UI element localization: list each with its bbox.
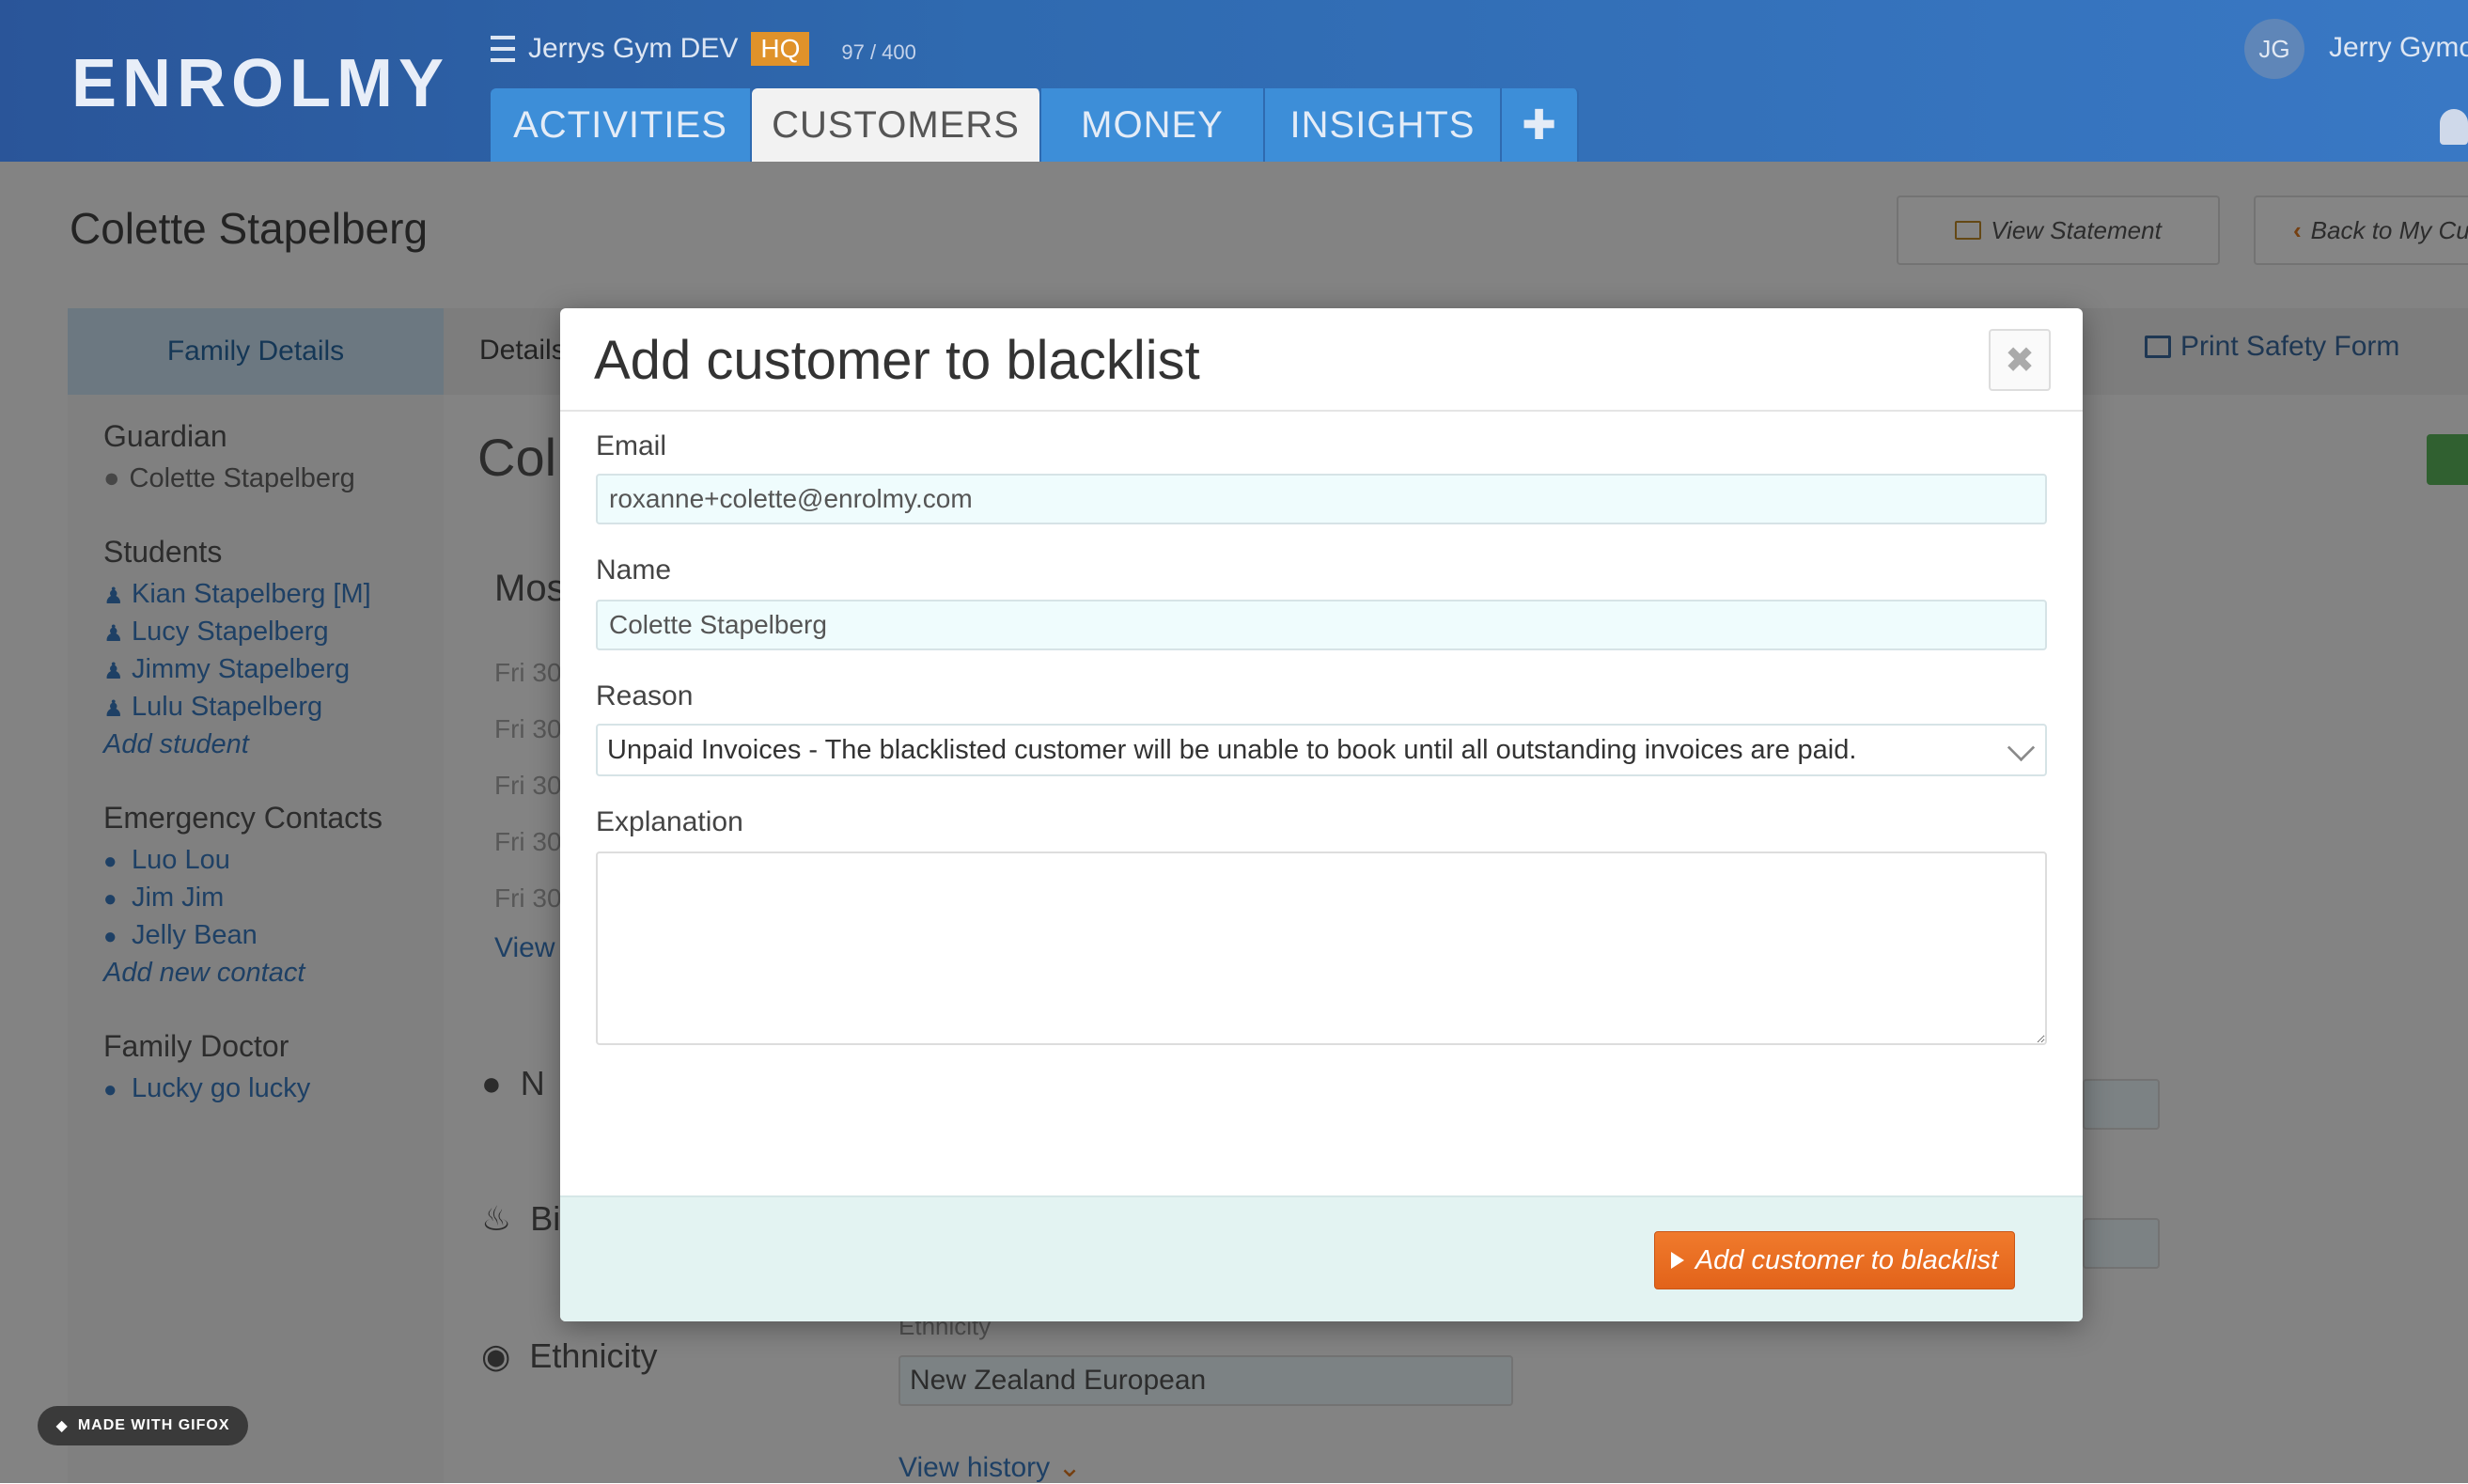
chevron-down-icon xyxy=(2007,733,2036,762)
user-avatar[interactable]: JG xyxy=(2244,19,2304,79)
modal-header: Add customer to blacklist ✖ xyxy=(560,308,2083,412)
name-field[interactable] xyxy=(596,600,2047,650)
enrolmy-logo[interactable]: ENROLMY xyxy=(71,45,449,122)
watermark-text: MADE WITH GIFOX xyxy=(77,1417,230,1433)
user-name[interactable]: Jerry Gymo xyxy=(2329,32,2468,64)
add-to-blacklist-button[interactable]: Add customer to blacklist xyxy=(1654,1231,2015,1289)
main-tabs: ACTIVITIES CUSTOMERS MONEY INSIGHTS ✚ xyxy=(491,88,1579,162)
top-navbar: ENROLMY Jerrys Gym DEV HQ 97 / 400 ACTIV… xyxy=(0,0,2468,162)
tab-money[interactable]: MONEY xyxy=(1041,88,1265,162)
usage-count: 97 / 400 xyxy=(841,40,916,64)
reason-select[interactable]: Unpaid Invoices - The blacklisted custom… xyxy=(596,724,2047,776)
hamburger-menu-icon[interactable] xyxy=(491,36,515,62)
org-name: Jerrys Gym DEV xyxy=(528,33,739,64)
submit-label: Add customer to blacklist xyxy=(1695,1244,1999,1275)
tab-activities[interactable]: ACTIVITIES xyxy=(491,88,752,162)
org-switcher[interactable]: Jerrys Gym DEV HQ 97 / 400 xyxy=(491,32,916,66)
close-icon[interactable]: ✖ xyxy=(1989,329,2051,391)
reason-selected-value: Unpaid Invoices - The blacklisted custom… xyxy=(607,734,1857,765)
blacklist-modal: Add customer to blacklist ✖ Email Name R… xyxy=(560,308,2083,1321)
bell-icon[interactable] xyxy=(2440,109,2468,145)
modal-footer: Add customer to blacklist xyxy=(560,1195,2083,1321)
add-tab-plus-icon[interactable]: ✚ xyxy=(1502,88,1579,162)
tab-insights[interactable]: INSIGHTS xyxy=(1265,88,1502,162)
modal-title: Add customer to blacklist xyxy=(594,330,1200,391)
explanation-textarea[interactable] xyxy=(596,851,2047,1045)
fox-icon: ◆ xyxy=(55,1418,69,1434)
explanation-label: Explanation xyxy=(596,806,743,837)
play-arrow-icon xyxy=(1670,1252,1684,1269)
name-label: Name xyxy=(596,555,672,586)
gifox-watermark: ◆ MADE WITH GIFOX xyxy=(38,1406,248,1445)
reason-label: Reason xyxy=(596,680,694,711)
email-label: Email xyxy=(596,430,667,461)
tab-customers[interactable]: CUSTOMERS xyxy=(752,88,1041,162)
hq-badge: HQ xyxy=(751,32,810,66)
email-field[interactable] xyxy=(596,474,2047,524)
